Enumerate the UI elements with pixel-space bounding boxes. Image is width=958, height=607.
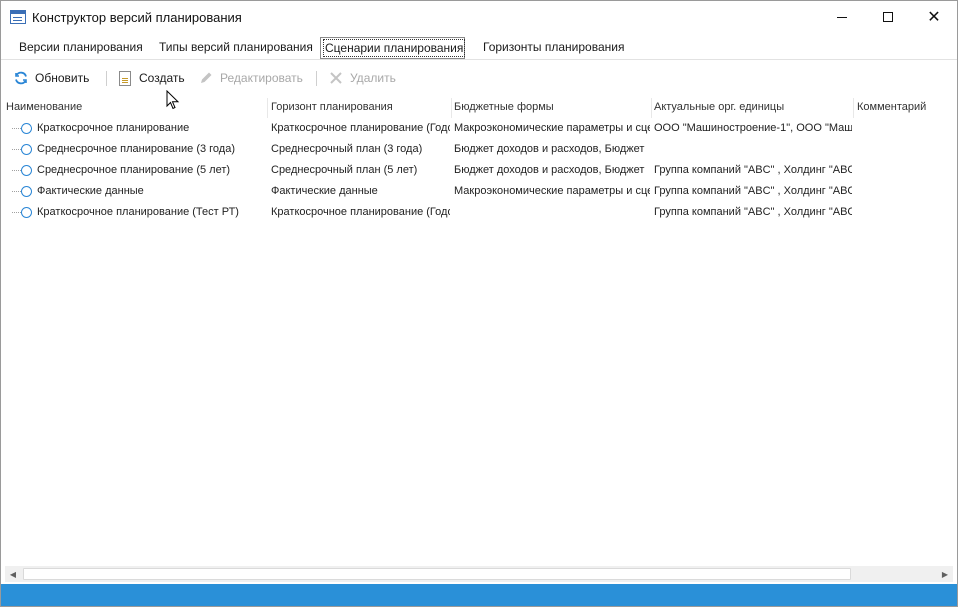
cell-horizon: Фактические данные <box>271 185 378 197</box>
table-row[interactable]: Среднесрочное планирование (3 года) Сред… <box>1 139 957 160</box>
tab-planning-versions[interactable]: Версии планирования <box>15 37 147 59</box>
pencil-icon <box>198 70 214 86</box>
grid-header: Наименование Горизонт планирования Бюдже… <box>1 98 957 118</box>
tree-connector <box>12 170 21 171</box>
column-divider[interactable] <box>451 98 452 118</box>
toolbar: Обновить Создать Редактировать Удалить <box>1 64 957 92</box>
app-window: Конструктор версий планирования ✕ Версии… <box>0 0 958 607</box>
status-bar <box>1 584 957 606</box>
circle-node-icon <box>21 165 32 176</box>
tab-label: Горизонты планирования <box>483 40 625 54</box>
cell-name: Фактические данные <box>37 185 144 197</box>
cell-budget-forms: Макроэкономические параметры и сценарии <box>454 122 650 134</box>
tree-connector <box>12 191 21 192</box>
window-title: Конструктор версий планирования <box>32 10 242 25</box>
maximize-icon <box>883 12 893 22</box>
tree-connector <box>12 128 21 129</box>
close-icon: ✕ <box>927 7 941 26</box>
cell-horizon: Краткосрочное планирование (Годовой) <box>271 206 450 218</box>
minimize-icon <box>837 16 847 18</box>
tree-connector <box>12 212 21 213</box>
tab-label: Типы версий планирования <box>159 40 313 54</box>
close-button[interactable]: ✕ <box>911 1 957 33</box>
refresh-button[interactable]: Обновить <box>13 68 89 88</box>
cell-name: Среднесрочное планирование (5 лет) <box>37 164 231 176</box>
cell-org-units: ООО "Машиностроение-1", ООО "Машинострое… <box>654 122 852 134</box>
toolbar-separator <box>106 71 107 86</box>
cell-horizon: Среднесрочный план (3 года) <box>271 143 423 155</box>
scrollbar-thumb[interactable] <box>23 568 851 580</box>
cell-org-units: Группа компаний "ABC" , Холдинг "ABC" <box>654 206 852 218</box>
cell-name: Среднесрочное планирование (3 года) <box>37 143 235 155</box>
refresh-label: Обновить <box>35 71 90 85</box>
cell-org-units: Группа компаний "ABC" , Холдинг "ABC" <box>654 185 852 197</box>
column-divider[interactable] <box>651 98 652 118</box>
tree-connector <box>12 149 21 150</box>
column-divider[interactable] <box>853 98 854 118</box>
table-row[interactable]: Краткосрочное планирование (Тест РТ) Кра… <box>1 202 957 223</box>
new-document-icon <box>117 70 133 86</box>
column-header-budget-forms[interactable]: Бюджетные формы <box>454 101 650 113</box>
toolbar-separator <box>316 71 317 86</box>
edit-label: Редактировать <box>220 71 303 85</box>
delete-x-icon <box>328 70 344 86</box>
cell-budget-forms: Бюджет доходов и расходов, Бюджет <box>454 164 645 176</box>
tab-planning-scenarios[interactable]: Сценарии планирования <box>320 37 466 59</box>
create-button[interactable]: Создать <box>117 68 185 88</box>
maximize-button[interactable] <box>865 1 911 33</box>
tab-divider <box>1 59 957 60</box>
circle-node-icon <box>21 144 32 155</box>
scroll-right-arrow-icon[interactable]: ▶ <box>937 566 953 582</box>
cell-horizon: Среднесрочный план (5 лет) <box>271 164 418 176</box>
edit-button[interactable]: Редактировать <box>198 68 303 88</box>
minimize-button[interactable] <box>819 1 865 33</box>
cell-budget-forms: Бюджет доходов и расходов, Бюджет <box>454 143 645 155</box>
scroll-left-arrow-icon[interactable]: ◀ <box>5 566 21 582</box>
cell-horizon: Краткосрочное планирование (Годовой) <box>271 122 450 134</box>
horizontal-scrollbar[interactable]: ◀ ▶ <box>5 566 953 582</box>
column-header-comment[interactable]: Комментарий <box>857 101 955 113</box>
create-label: Создать <box>139 71 185 85</box>
column-divider[interactable] <box>267 98 268 118</box>
circle-node-icon <box>21 207 32 218</box>
column-header-name[interactable]: Наименование <box>6 101 266 113</box>
table-row[interactable]: Среднесрочное планирование (5 лет) Средн… <box>1 160 957 181</box>
table-row[interactable]: Краткосрочное планирование Краткосрочное… <box>1 118 957 139</box>
cell-org-units: Группа компаний "ABC" , Холдинг "ABC" <box>654 164 852 176</box>
delete-button[interactable]: Удалить <box>328 68 396 88</box>
tab-planning-version-types[interactable]: Типы версий планирования <box>155 37 317 59</box>
circle-node-icon <box>21 123 32 134</box>
delete-label: Удалить <box>350 71 396 85</box>
table-row[interactable]: Фактические данные Фактические данные Ма… <box>1 181 957 202</box>
tab-bar: Версии планирования Типы версий планиров… <box>1 36 957 60</box>
app-window-icon <box>10 10 26 24</box>
tab-planning-horizons[interactable]: Горизонты планирования <box>479 37 628 59</box>
mouse-cursor-icon <box>166 90 180 110</box>
title-bar: Конструктор версий планирования ✕ <box>1 1 957 33</box>
column-header-org-units[interactable]: Актуальные орг. единицы <box>654 101 852 113</box>
cell-budget-forms: Макроэкономические параметры и сценарии <box>454 185 650 197</box>
cell-name: Краткосрочное планирование <box>37 122 190 134</box>
cell-name: Краткосрочное планирование (Тест РТ) <box>37 206 239 218</box>
column-header-horizon[interactable]: Горизонт планирования <box>271 101 449 113</box>
refresh-icon <box>13 70 29 86</box>
tab-label: Версии планирования <box>19 40 143 54</box>
circle-node-icon <box>21 186 32 197</box>
tab-label: Сценарии планирования <box>322 39 466 57</box>
